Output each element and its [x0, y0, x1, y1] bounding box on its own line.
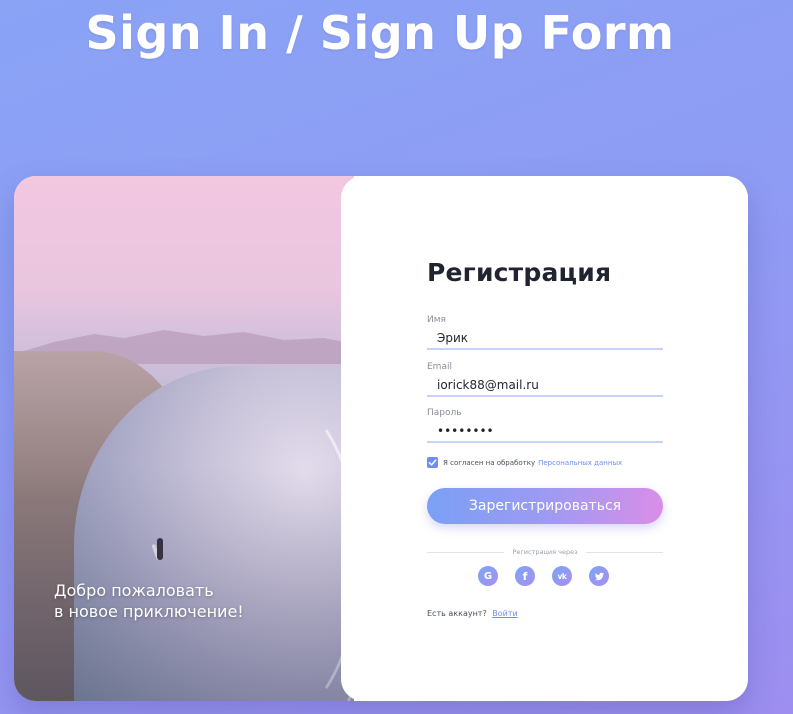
check-icon: [428, 459, 437, 466]
consent-checkbox[interactable]: [427, 457, 438, 468]
social-buttons: G f vk: [478, 566, 609, 586]
auth-card: Добро пожаловать в новое приключение! Ре…: [14, 176, 748, 701]
personal-data-link[interactable]: Персональных данных: [538, 459, 622, 467]
welcome-message: Добро пожаловать в новое приключение!: [54, 580, 244, 622]
social-divider: Регистрация через: [427, 547, 664, 557]
divider-line: [585, 551, 664, 553]
name-input[interactable]: [427, 328, 663, 350]
welcome-line-2: в новое приключение!: [54, 602, 244, 621]
google-button[interactable]: G: [478, 566, 498, 586]
login-prompt-row: Есть аккаунт? Войти: [427, 609, 518, 618]
email-field-group: Email: [427, 362, 663, 397]
hero-photo: Добро пожаловать в новое приключение!: [14, 176, 354, 701]
register-button[interactable]: Зарегистрироваться: [427, 488, 663, 524]
twitter-button[interactable]: [589, 566, 609, 586]
consent-text: Я согласен на обработку: [443, 458, 536, 467]
facebook-button[interactable]: f: [515, 566, 535, 586]
welcome-line-1: Добро пожаловать: [54, 581, 214, 600]
name-field-group: Имя: [427, 315, 663, 350]
divider-line: [427, 551, 505, 553]
photo-shade: [14, 176, 354, 701]
form-title: Регистрация: [427, 258, 612, 287]
email-input[interactable]: [427, 375, 663, 397]
login-prompt: Есть аккаунт?: [427, 609, 487, 618]
google-icon: G: [483, 570, 493, 582]
password-label: Пароль: [427, 408, 462, 418]
twitter-icon: [594, 572, 604, 580]
page-heading: Sign In / Sign Up Form: [85, 6, 675, 60]
email-label: Email: [427, 362, 452, 372]
password-field-group: Пароль: [427, 408, 663, 443]
facebook-icon: f: [522, 569, 528, 583]
login-link[interactable]: Войти: [492, 609, 517, 618]
consent-row: Я согласен на обработку Персональных дан…: [427, 457, 622, 468]
registration-form: Регистрация Имя Email Пароль Я согласен …: [341, 176, 748, 701]
name-label: Имя: [427, 315, 446, 325]
vk-button[interactable]: vk: [552, 566, 572, 586]
password-input[interactable]: [427, 421, 663, 443]
divider-text: Регистрация через: [512, 548, 578, 556]
vk-icon: vk: [557, 571, 567, 581]
